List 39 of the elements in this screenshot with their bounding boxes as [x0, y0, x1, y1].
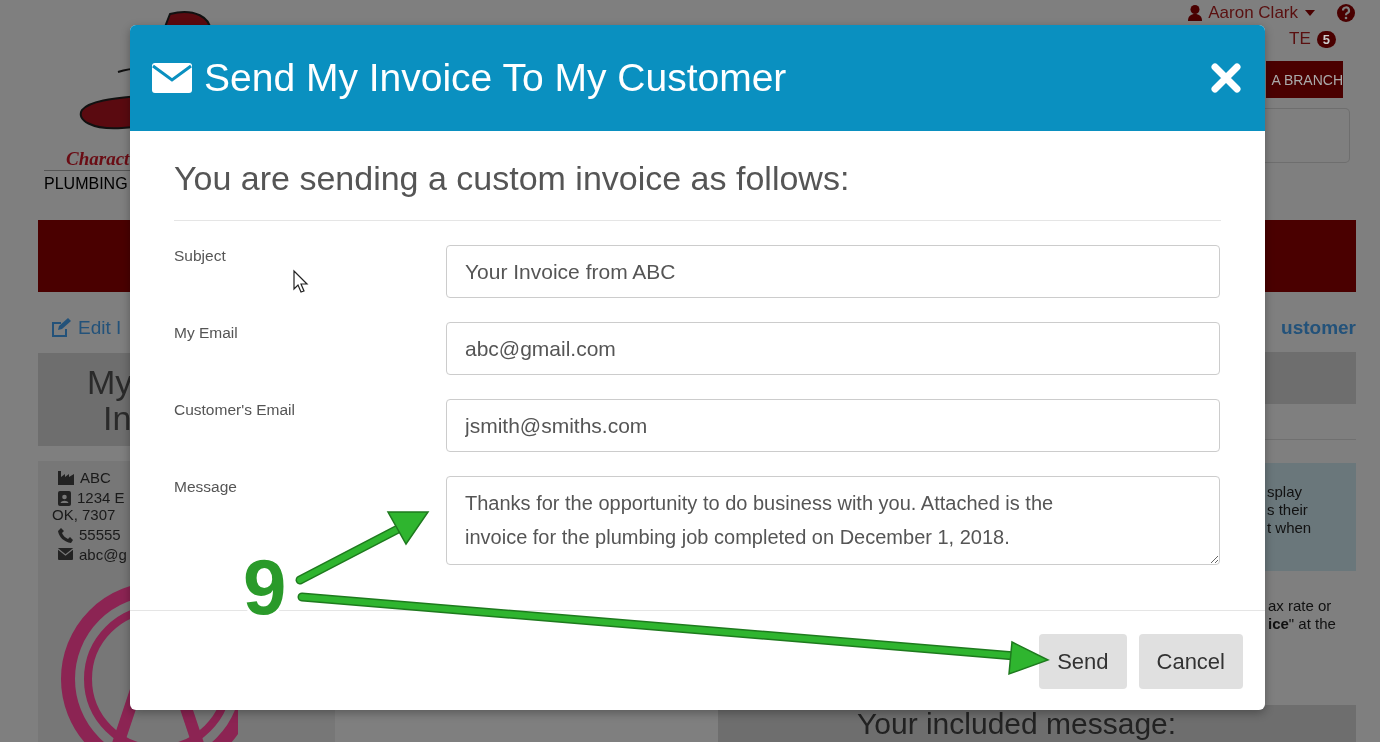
edit-icon — [50, 318, 72, 338]
info-text: s their — [1267, 501, 1309, 519]
dialog-title: Send My Invoice To My Customer — [204, 56, 788, 100]
contact-card-icon — [58, 491, 71, 506]
input-field[interactable]: Your Invoice from ABC — [446, 245, 1220, 298]
company-detail: ABC — [80, 469, 111, 487]
info-text: splay — [1267, 483, 1304, 501]
company-detail: abc@g — [79, 546, 127, 564]
page-title: My — [87, 363, 133, 400]
field-label: Message — [174, 478, 237, 495]
input-field[interactable]: abc@gmail.com — [446, 322, 1220, 375]
count-badge: 5 — [1316, 30, 1336, 48]
field-label: My Email — [174, 324, 238, 341]
input-field[interactable]: jsmith@smiths.com — [446, 399, 1220, 452]
mail-icon — [58, 548, 73, 560]
mail-icon — [152, 63, 192, 93]
user-icon — [1188, 5, 1203, 21]
input-field[interactable] — [1265, 108, 1350, 163]
logo-text: Charact — [66, 148, 130, 170]
company-detail: 1234 E — [77, 489, 125, 507]
send-button[interactable]: Send — [1039, 634, 1127, 689]
cursor-icon — [293, 269, 309, 293]
note-text: ice" at the — [1268, 615, 1337, 633]
note-text: ax rate or — [1268, 597, 1333, 615]
step-number: 9 — [243, 543, 287, 631]
company-detail: OK, 7307 — [52, 506, 116, 524]
phone-icon — [58, 528, 73, 543]
help-icon[interactable] — [1336, 3, 1356, 23]
field-label: Customer's Email — [174, 401, 295, 418]
info-text: t when — [1267, 519, 1313, 537]
cancel-button[interactable]: Cancel — [1138, 634, 1243, 689]
dialog-heading: You are sending a custom invoice as follows: — [174, 159, 1221, 221]
branch-button[interactable]: A BRANCH — [1266, 61, 1343, 98]
close-icon[interactable] — [1211, 63, 1241, 93]
field-label: Subject — [174, 247, 226, 264]
factory-icon — [58, 471, 74, 485]
company-detail: 55555 — [79, 526, 121, 544]
message-field[interactable]: Thanks for the opportunity to do business with you. Attached is the invoice for the plumbing job completed on December 1, 2018. — [446, 476, 1220, 565]
caret-icon[interactable] — [1304, 9, 1316, 17]
